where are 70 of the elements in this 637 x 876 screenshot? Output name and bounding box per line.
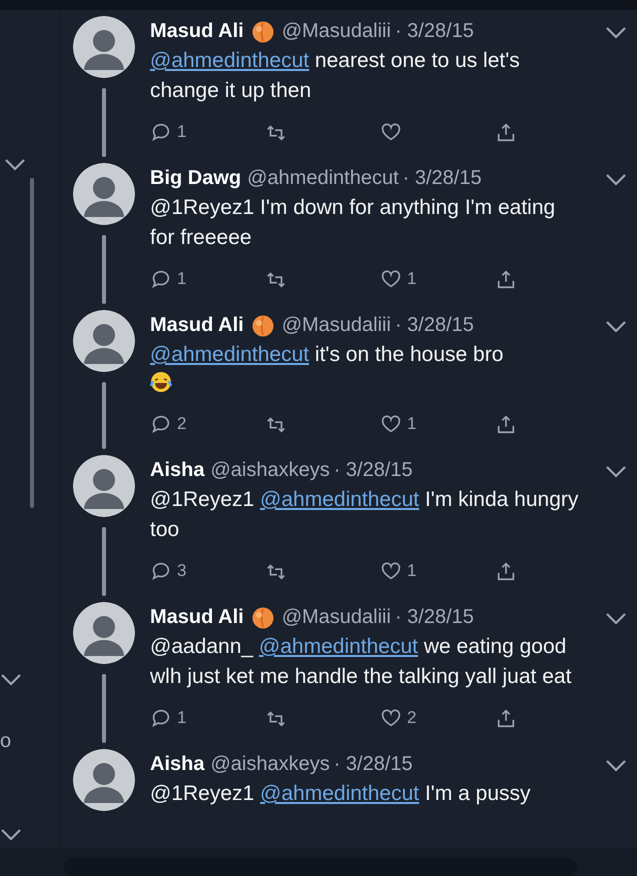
tweet-text: @ahmedinthecut nearest one to us let's change it up then — [150, 48, 521, 104]
like-button[interactable]: 1 — [380, 411, 495, 437]
share-icon — [495, 413, 517, 435]
tweet-date: · 3/28/15 — [334, 752, 413, 777]
reply-button[interactable]: 1 — [150, 119, 265, 145]
user-handle[interactable]: @aishaxkeys — [210, 749, 330, 779]
reply-icon — [150, 268, 172, 290]
chevron-icon[interactable] — [605, 759, 627, 773]
like-button[interactable]: 1 — [380, 266, 495, 292]
chevron-icon[interactable] — [605, 173, 627, 187]
chevron-icon[interactable] — [0, 828, 22, 842]
user-name[interactable]: Aisha — [150, 749, 204, 779]
reply-button[interactable]: 2 — [150, 411, 265, 437]
chevron-icon[interactable] — [0, 673, 22, 687]
user-name[interactable]: Big Dawg — [150, 163, 242, 193]
tweet-date: · 3/28/15 — [394, 19, 474, 44]
mention-link[interactable]: @ahmedinthecut — [150, 343, 310, 366]
avatar[interactable] — [73, 749, 135, 811]
tweet-text: @1Reyez1 I'm down for anything I'm eating for freeeee — [150, 195, 556, 251]
tweet-text: @1Reyez1 @ahmedinthecut I'm kinda hungry too — [150, 487, 579, 543]
chevron-icon[interactable] — [605, 26, 627, 40]
share-icon — [495, 121, 517, 143]
chevron-icon[interactable] — [605, 612, 627, 626]
tweet-date: · 3/28/15 — [394, 313, 474, 338]
reply-button[interactable]: 1 — [150, 705, 265, 731]
user-handle[interactable]: @aishaxkeys — [210, 455, 330, 485]
mention-link[interactable]: @ahmedinthecut — [260, 782, 420, 805]
reply-button[interactable]: 1 — [150, 266, 265, 292]
like-button[interactable]: 1 — [380, 558, 495, 584]
avatar[interactable] — [73, 16, 135, 78]
user-name[interactable]: Masud Ali — [150, 602, 244, 632]
chevron-icon[interactable] — [605, 465, 627, 479]
laughing-emoji-icon — [150, 371, 172, 393]
user-handle[interactable]: @ahmedinthecut — [247, 163, 399, 193]
user-name[interactable]: Aisha — [150, 455, 204, 485]
background-text: o — [0, 729, 12, 754]
tweet-text: @1Reyez1 @ahmedinthecut I'm a pussy — [150, 781, 532, 807]
heart-icon — [380, 121, 402, 143]
chevron-icon[interactable] — [605, 320, 627, 334]
reply-icon — [150, 413, 172, 435]
heart-icon — [380, 268, 402, 290]
user-handle[interactable]: @Masudaliii — [282, 16, 391, 46]
like-button[interactable]: 2 — [380, 705, 495, 731]
chevron-icon[interactable] — [4, 158, 26, 172]
user-name[interactable]: Masud Ali — [150, 310, 244, 340]
tweet-text: @aadann_ @ahmedinthecut we eating good wlh just ket me handle the talking yall juat eat — [150, 634, 572, 690]
share-icon — [495, 268, 517, 290]
tweet-text: @ahmedinthecut it's on the house bro — [150, 342, 504, 368]
reply-button[interactable]: 3 — [150, 558, 265, 584]
tweet-date: · 3/28/15 — [334, 458, 413, 483]
user-handle[interactable]: @Masudaliii — [282, 310, 391, 340]
user-name[interactable]: Masud Ali — [150, 16, 244, 46]
reply-icon — [150, 121, 172, 143]
reply-icon — [150, 560, 172, 582]
heart-icon — [380, 707, 402, 729]
avatar[interactable] — [73, 163, 135, 225]
heart-icon — [380, 560, 402, 582]
tweet-date: · 3/28/15 — [402, 166, 482, 191]
avatar[interactable] — [73, 602, 135, 664]
mention-link[interactable]: @ahmedinthecut — [150, 49, 310, 72]
heart-icon — [380, 413, 402, 435]
share-icon — [495, 560, 517, 582]
tweet-date: · 3/28/15 — [394, 605, 474, 630]
user-handle[interactable]: @Masudaliii — [282, 602, 391, 632]
mention-link[interactable]: @ahmedinthecut — [260, 488, 420, 511]
reply-icon — [150, 707, 172, 729]
mention-link[interactable]: @ahmedinthecut — [258, 635, 418, 658]
share-icon — [495, 707, 517, 729]
avatar[interactable] — [73, 455, 135, 517]
avatar[interactable] — [73, 310, 135, 372]
